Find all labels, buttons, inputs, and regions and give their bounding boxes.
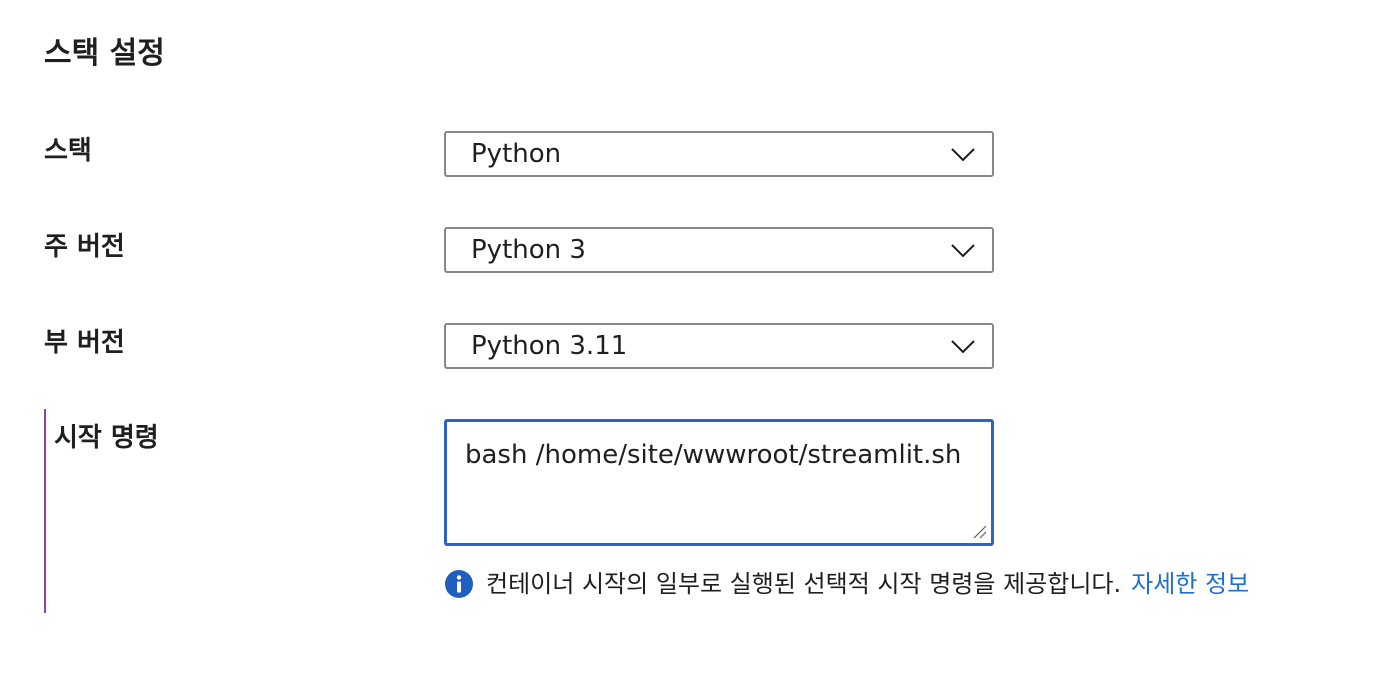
startup-command-text: bash /home/site/wwwroot/streamlit.sh bbox=[465, 440, 962, 470]
startup-command-info: 컨테이너 시작의 일부로 실행된 선택적 시작 명령을 제공합니다. 자세한 정… bbox=[444, 566, 1249, 602]
major-version-dropdown-value: Python 3 bbox=[471, 235, 586, 265]
info-text: 컨테이너 시작의 일부로 실행된 선택적 시작 명령을 제공합니다. bbox=[486, 570, 1122, 598]
stack-dropdown-value: Python bbox=[471, 139, 562, 169]
chevron-down-icon bbox=[951, 148, 975, 162]
major-version-label: 주 버전 bbox=[44, 232, 125, 262]
stack-dropdown[interactable]: Python bbox=[444, 131, 994, 177]
startup-command-label: 시작 명령 bbox=[54, 423, 159, 453]
section-title: 스택 설정 bbox=[44, 36, 165, 71]
required-indicator-bar bbox=[44, 409, 46, 613]
info-icon bbox=[445, 570, 473, 598]
learn-more-link[interactable]: 자세한 정보 bbox=[1131, 566, 1249, 602]
stack-label: 스택 bbox=[44, 136, 92, 166]
resize-grip-icon[interactable] bbox=[971, 523, 987, 539]
minor-version-dropdown[interactable]: Python 3.11 bbox=[444, 323, 994, 369]
minor-version-dropdown-value: Python 3.11 bbox=[471, 331, 628, 361]
chevron-down-icon bbox=[951, 340, 975, 354]
minor-version-label: 부 버전 bbox=[44, 328, 125, 358]
major-version-dropdown[interactable]: Python 3 bbox=[444, 227, 994, 273]
chevron-down-icon bbox=[951, 244, 975, 258]
startup-command-textarea[interactable]: bash /home/site/wwwroot/streamlit.sh bbox=[444, 419, 994, 546]
